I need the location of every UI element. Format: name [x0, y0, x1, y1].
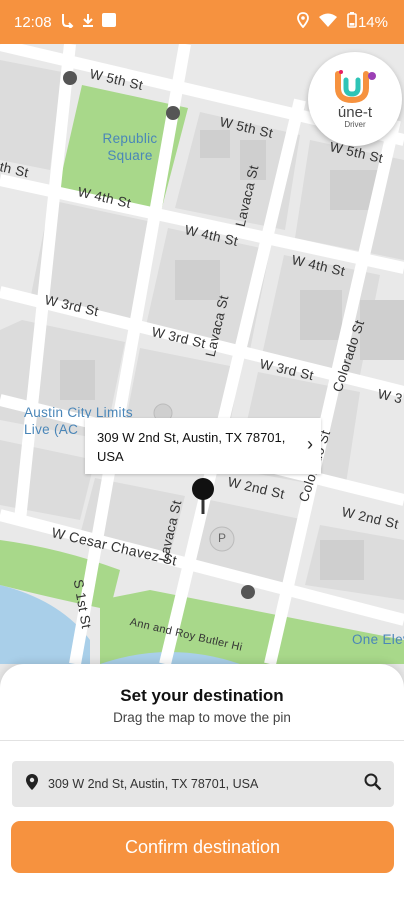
map-pin-icon[interactable] [191, 478, 215, 523]
search-value[interactable]: 309 W 2nd St, Austin, TX 78701, USA [48, 777, 364, 791]
status-time: 12:08 [14, 13, 52, 31]
logo-name: úne-t [337, 103, 373, 121]
app-logo: úne-t Driver [308, 52, 402, 146]
battery-percent: 14% [357, 13, 388, 31]
destination-search-field[interactable]: 309 W 2nd St, Austin, TX 78701, USA [12, 761, 394, 807]
status-bar: 12:08 14% [0, 0, 404, 44]
logo-subtitle: Driver [344, 119, 366, 129]
divider [0, 740, 404, 741]
location-icon [297, 12, 309, 32]
battery-icon [347, 12, 357, 32]
parking-label: P [218, 531, 227, 545]
place-label-one-eleven: One Elev [352, 632, 404, 647]
search-icon[interactable] [364, 773, 382, 796]
destination-sheet: Set your destination Drag the map to mov… [0, 664, 404, 900]
app-square-icon [101, 13, 116, 31]
download-icon [82, 13, 94, 31]
logo-mark-icon [335, 69, 376, 103]
location-pin-icon [26, 773, 38, 795]
callout-address: 309 W 2nd St, Austin, TX 78701, USA [97, 430, 286, 464]
chevron-right-icon: › [307, 434, 313, 454]
place-label-republic-square: Republic Square [102, 131, 158, 163]
sheet-subtitle: Drag the map to move the pin [113, 710, 291, 725]
wifi-icon [318, 13, 337, 31]
address-callout[interactable]: 309 W 2nd St, Austin, TX 78701, USA › [85, 418, 321, 474]
confirm-destination-button[interactable]: Confirm destination [11, 821, 394, 873]
call-forward-icon [60, 12, 74, 32]
sheet-title: Set your destination [120, 686, 284, 705]
